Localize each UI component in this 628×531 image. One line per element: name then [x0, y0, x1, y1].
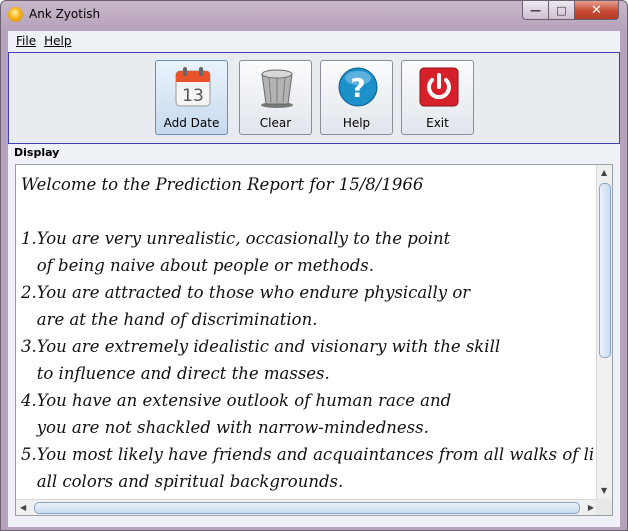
add-date-button[interactable]: 13 Add Date	[155, 60, 228, 135]
sun-icon	[5, 4, 26, 25]
toolbar: 13 Add Date Clear ? Help Exit	[8, 52, 620, 144]
close-button[interactable]: ✕	[575, 1, 619, 20]
menu-file[interactable]: File	[16, 34, 36, 48]
scroll-left-arrow-icon[interactable]: ◀	[20, 503, 26, 513]
exit-label: Exit	[426, 116, 449, 130]
display-section-label: Display	[14, 146, 60, 159]
trash-bin-icon	[261, 69, 293, 108]
clear-label: Clear	[259, 116, 292, 130]
scroll-right-arrow-icon[interactable]: ▶	[588, 503, 594, 513]
display-panel: Welcome to the Prediction Report for 15/…	[15, 164, 613, 516]
exit-button[interactable]: Exit	[401, 60, 474, 135]
maximize-icon: □	[556, 3, 567, 17]
power-icon	[419, 67, 459, 107]
window-title: Ank Zyotish	[29, 7, 101, 21]
scroll-down-arrow-icon[interactable]: ▼	[601, 486, 607, 496]
maximize-button[interactable]: □	[549, 1, 575, 20]
close-icon: ✕	[591, 2, 602, 18]
calendar-number: 13	[182, 86, 204, 106]
title-bar[interactable]: Ank Zyotish — □ ✕	[1, 1, 627, 31]
help-label: Help	[342, 116, 371, 130]
vertical-scroll-thumb[interactable]	[599, 183, 611, 358]
clear-button[interactable]: Clear	[239, 60, 312, 135]
help-icon: ?	[338, 67, 378, 107]
menu-help[interactable]: Help	[44, 34, 71, 48]
minimize-icon: —	[530, 3, 541, 17]
menu-bar: File Help	[8, 31, 620, 51]
horizontal-scroll-thumb[interactable]	[34, 502, 580, 514]
horizontal-scrollbar[interactable]: ◀ ▶	[16, 499, 598, 515]
help-glyph: ?	[350, 74, 365, 104]
minimize-button[interactable]: —	[522, 1, 549, 20]
app-window: Ank Zyotish — □ ✕ File Help 13 Add Date …	[0, 0, 628, 531]
scroll-up-arrow-icon[interactable]: ▲	[601, 168, 607, 178]
vertical-scrollbar[interactable]: ▲ ▼	[596, 165, 612, 499]
caption-buttons: — □ ✕	[522, 1, 619, 20]
scroll-corner	[596, 499, 612, 515]
client-area: File Help 13 Add Date Clear ? Help Exit …	[8, 31, 620, 527]
calendar-icon: 13	[175, 67, 211, 107]
help-button[interactable]: ? Help	[320, 60, 393, 135]
prediction-report-text[interactable]: Welcome to the Prediction Report for 15/…	[21, 171, 593, 497]
add-date-label: Add Date	[163, 116, 220, 130]
